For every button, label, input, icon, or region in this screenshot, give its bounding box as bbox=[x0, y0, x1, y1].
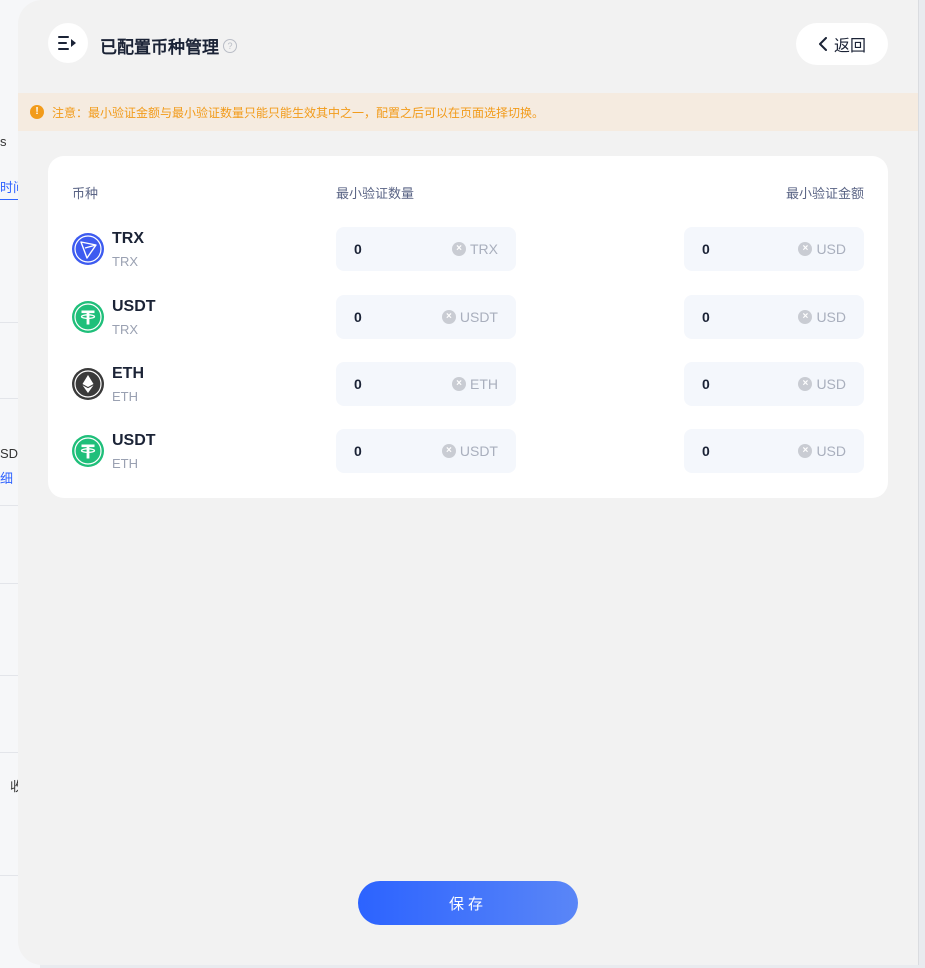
unit-suffix: × TRX bbox=[452, 241, 498, 257]
table-row: USDT TRX 0 × USDT 0 × USD bbox=[48, 295, 888, 339]
column-header-coin: 币种 bbox=[72, 186, 99, 201]
min-amount-value: 0 bbox=[702, 241, 710, 257]
coin-network: TRX bbox=[112, 322, 138, 337]
menu-collapse-icon bbox=[58, 36, 76, 50]
background-text: 细 bbox=[0, 471, 14, 486]
clear-icon[interactable]: × bbox=[798, 444, 813, 458]
unit-suffix: × USD bbox=[798, 443, 846, 459]
clear-icon[interactable]: × bbox=[798, 310, 813, 324]
min-quantity-input[interactable]: 0 × ETH bbox=[336, 362, 516, 406]
unit-label: USD bbox=[816, 443, 846, 459]
coin-name: USDT bbox=[112, 298, 156, 315]
background-text: s bbox=[0, 134, 7, 149]
exclamation-circle-icon: ! bbox=[30, 105, 44, 119]
clear-icon[interactable]: × bbox=[441, 310, 456, 324]
min-quantity-value: 0 bbox=[354, 376, 362, 392]
table-row: USDT ETH 0 × USDT 0 × USD bbox=[48, 429, 888, 473]
question-circle-icon[interactable]: ? bbox=[223, 38, 237, 53]
unit-label: USD bbox=[816, 376, 846, 392]
unit-suffix: × USD bbox=[798, 309, 846, 325]
unit-suffix: × USDT bbox=[441, 443, 498, 459]
unit-label: TRX bbox=[470, 241, 498, 257]
unit-suffix: × USD bbox=[798, 241, 846, 257]
clear-icon[interactable]: × bbox=[452, 242, 466, 256]
unit-label: USDT bbox=[459, 309, 498, 325]
coin-name: USDT bbox=[112, 432, 156, 449]
clear-icon[interactable]: × bbox=[798, 242, 813, 256]
coin-name: TRX bbox=[112, 230, 144, 247]
coin-config-drawer: 已配置币种管理 ? 返回 ! 注意：最小验证金额与最小验证数量只能只能生效其中之… bbox=[18, 0, 919, 965]
back-button[interactable]: 返回 bbox=[796, 23, 888, 65]
min-amount-value: 0 bbox=[702, 443, 710, 459]
min-amount-value: 0 bbox=[702, 376, 710, 392]
usdt-icon bbox=[72, 435, 104, 467]
min-amount-input[interactable]: 0 × USD bbox=[684, 429, 864, 473]
page-title: 已配置币种管理 ? bbox=[100, 33, 237, 58]
drawer-header: 已配置币种管理 ? 返回 bbox=[48, 23, 888, 65]
min-amount-value: 0 bbox=[702, 309, 710, 325]
min-amount-input[interactable]: 0 × USD bbox=[684, 295, 864, 339]
background-text: SD bbox=[0, 446, 19, 461]
clear-icon[interactable]: × bbox=[441, 444, 456, 458]
coin-network: TRX bbox=[112, 254, 138, 269]
min-amount-input[interactable]: 0 × USD bbox=[684, 227, 864, 271]
clear-icon[interactable]: × bbox=[798, 377, 813, 391]
save-button[interactable]: 保存 bbox=[358, 881, 578, 925]
min-amount-input[interactable]: 0 × USD bbox=[684, 362, 864, 406]
unit-suffix: × ETH bbox=[452, 376, 498, 392]
menu-button[interactable] bbox=[48, 23, 88, 63]
unit-label: USD bbox=[816, 309, 846, 325]
unit-suffix: × USD bbox=[798, 376, 846, 392]
unit-label: USDT bbox=[459, 443, 498, 459]
eth-icon bbox=[72, 368, 104, 400]
page-title-text: 已配置币种管理 bbox=[100, 38, 219, 57]
back-label: 返回 bbox=[833, 38, 866, 55]
min-quantity-input[interactable]: 0 × USDT bbox=[336, 429, 516, 473]
column-header-min-amount: 最小验证金额 bbox=[785, 186, 864, 201]
chevron-left-icon bbox=[818, 37, 827, 51]
notice-banner: ! 注意：最小验证金额与最小验证数量只能只能生效其中之一，配置之后可以在页面选择… bbox=[18, 93, 918, 131]
unit-label: USD bbox=[816, 241, 846, 257]
unit-suffix: × USDT bbox=[441, 309, 498, 325]
min-quantity-value: 0 bbox=[354, 309, 362, 325]
trx-icon bbox=[72, 233, 104, 265]
coin-name: ETH bbox=[112, 365, 144, 382]
coin-config-table: 币种 最小验证数量 最小验证金额 TRX TRX 0 × TRX 0 × USD… bbox=[48, 156, 888, 498]
table-row: TRX TRX 0 × TRX 0 × USD bbox=[48, 227, 888, 271]
coin-network: ETH bbox=[112, 389, 138, 404]
min-quantity-input[interactable]: 0 × USDT bbox=[336, 295, 516, 339]
min-quantity-value: 0 bbox=[354, 443, 362, 459]
min-quantity-input[interactable]: 0 × TRX bbox=[336, 227, 516, 271]
usdt-icon bbox=[72, 301, 104, 333]
coin-network: ETH bbox=[112, 456, 138, 471]
clear-icon[interactable]: × bbox=[452, 377, 466, 391]
min-quantity-value: 0 bbox=[354, 241, 362, 257]
unit-label: ETH bbox=[470, 376, 498, 392]
table-row: ETH ETH 0 × ETH 0 × USD bbox=[48, 362, 888, 406]
notice-text: 注意：最小验证金额与最小验证数量只能只能生效其中之一，配置之后可以在页面选择切换… bbox=[52, 105, 545, 120]
column-header-min-quantity: 最小验证数量 bbox=[336, 186, 415, 201]
